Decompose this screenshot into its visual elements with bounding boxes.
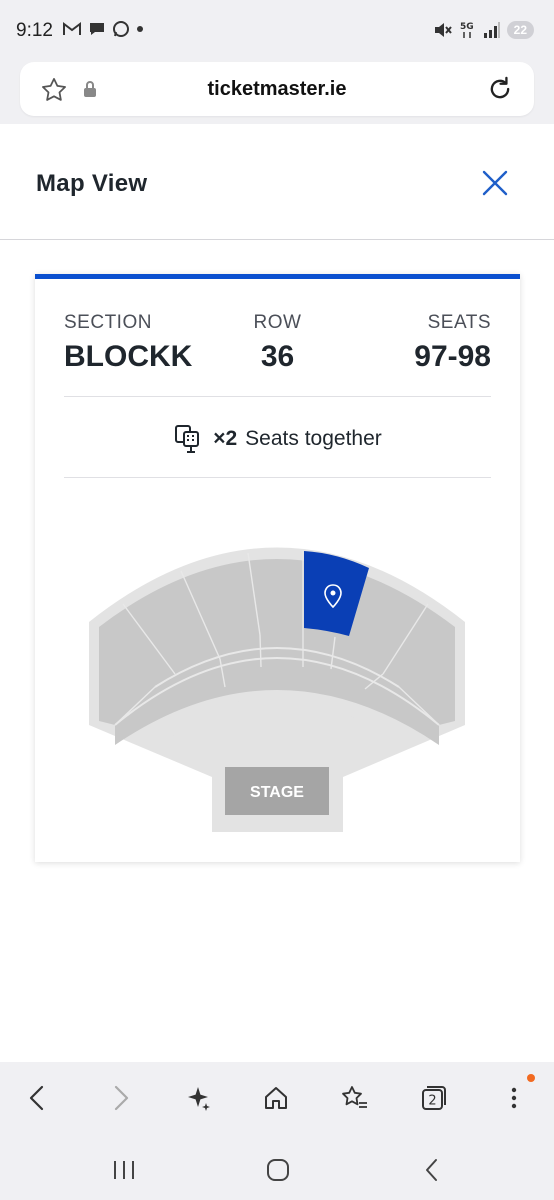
dot-icon [137, 26, 143, 32]
map-view-header: Map View [0, 124, 554, 240]
notification-dot [527, 1074, 535, 1082]
battery-icon: 22 [506, 21, 534, 39]
browser-bar: ticketmaster.ie [0, 62, 554, 124]
home-nav-icon [267, 1159, 289, 1181]
chevron-left-icon [29, 1085, 44, 1111]
home-nav-button[interactable] [260, 1152, 296, 1188]
menu-button[interactable] [496, 1080, 532, 1116]
whatsapp-icon [113, 21, 129, 37]
mute-icon [434, 23, 452, 37]
system-status-icons: 5G 22 [433, 20, 534, 40]
status-bar: 9:12 5G 22 [0, 0, 554, 62]
bookmarks-star-icon [342, 1086, 367, 1108]
bookmarks-button[interactable] [336, 1080, 372, 1116]
system-nav-bar [0, 1138, 554, 1200]
forward-button[interactable] [102, 1080, 138, 1116]
gmail-icon [63, 22, 81, 35]
chevron-right-icon [114, 1085, 129, 1111]
signal-icon [483, 22, 500, 38]
notification-icons [62, 20, 144, 38]
home-icon [265, 1087, 287, 1109]
seat-map[interactable]: STAGE [35, 279, 520, 867]
browser-toolbar: 2 [0, 1062, 554, 1138]
ai-assist-button[interactable] [180, 1080, 216, 1116]
5g-icon: 5G [460, 22, 474, 38]
back-nav-icon [426, 1159, 437, 1181]
back-nav-button[interactable] [414, 1152, 450, 1188]
back-button[interactable] [20, 1080, 56, 1116]
status-time: 9:12 [16, 20, 53, 41]
stage-label: STAGE [250, 784, 304, 801]
svg-text:5G: 5G [460, 22, 474, 32]
url-text: ticketmaster.ie [207, 78, 347, 100]
chat-icon [90, 23, 104, 35]
close-icon[interactable] [480, 168, 510, 198]
recent-apps-button[interactable] [106, 1152, 142, 1188]
home-button[interactable] [258, 1080, 294, 1116]
page-title: Map View [36, 170, 148, 197]
sparkle-icon [188, 1087, 210, 1111]
more-vertical-icon [511, 1087, 517, 1109]
tabs-button[interactable]: 2 [416, 1080, 452, 1116]
recent-apps-icon [114, 1161, 134, 1179]
reload-icon[interactable] [486, 75, 514, 103]
tab-count: 2 [428, 1094, 436, 1109]
address-bar[interactable]: ticketmaster.ie [20, 62, 534, 116]
tabs-icon: 2 [422, 1086, 446, 1110]
ticket-card: SECTION BLOCKK ROW 36 SEATS 97-98 ×2 Sea… [35, 274, 520, 862]
